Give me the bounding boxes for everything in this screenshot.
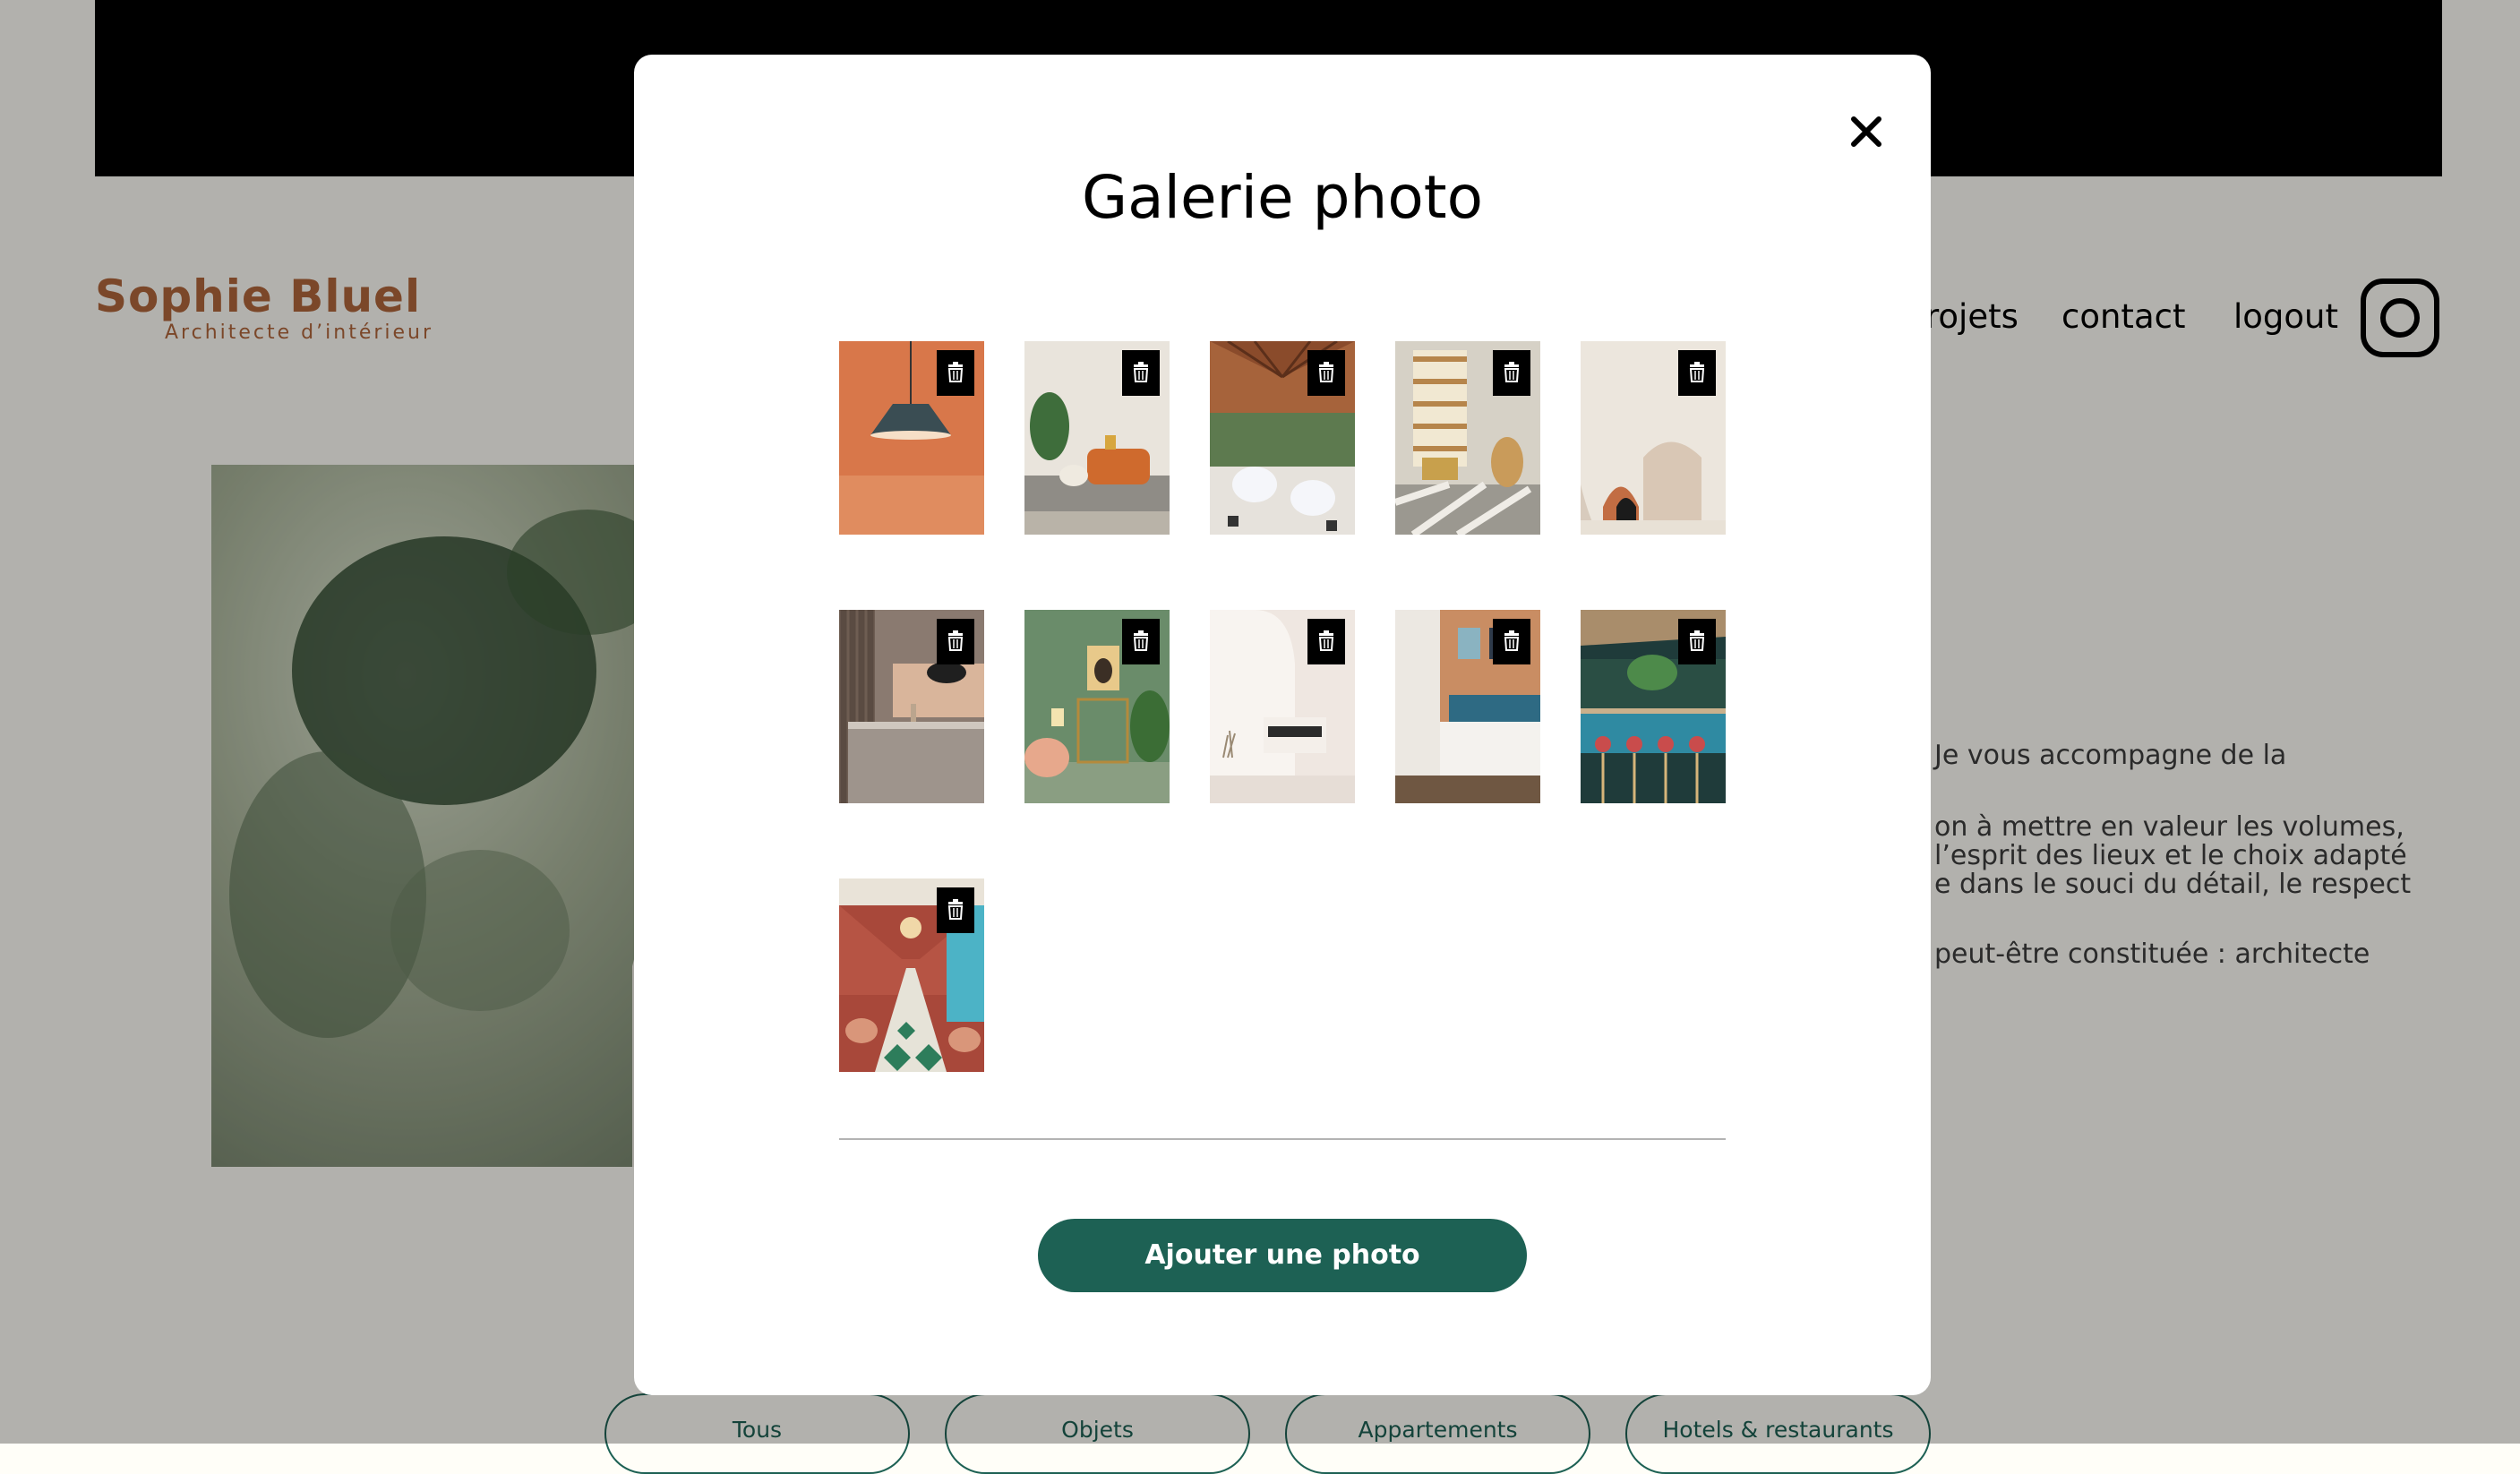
- photo-bar: [1581, 610, 1726, 803]
- photo-green-room: [1024, 610, 1170, 803]
- photo-sunroom: [1395, 341, 1540, 535]
- trash-icon: [1504, 630, 1520, 651]
- trash-icon: [1689, 362, 1705, 382]
- photo-restaurant: [1210, 341, 1355, 535]
- photo-dining-hall: [839, 878, 984, 1072]
- delete-photo-button[interactable]: [1307, 350, 1345, 396]
- delete-photo-button[interactable]: [937, 619, 974, 664]
- delete-photo-button[interactable]: [1307, 619, 1345, 664]
- trash-icon: [1318, 362, 1334, 382]
- photo-kitchen: [839, 610, 984, 803]
- delete-photo-button[interactable]: [1122, 619, 1160, 664]
- add-photo-button[interactable]: Ajouter une photo: [1038, 1219, 1527, 1292]
- photo-arches: [1581, 341, 1726, 535]
- trash-icon: [1504, 362, 1520, 382]
- modal-title: Galerie photo: [1082, 163, 1483, 232]
- trash-icon: [1133, 630, 1149, 651]
- trash-icon: [1689, 630, 1705, 651]
- trash-icon: [947, 630, 964, 651]
- trash-icon: [1133, 362, 1149, 382]
- delete-photo-button[interactable]: [1493, 619, 1530, 664]
- gallery-modal: Galerie photo Ajouter une photo: [634, 55, 1931, 1395]
- photo-pendant-lamp: [839, 341, 984, 535]
- delete-photo-button[interactable]: [1678, 619, 1716, 664]
- photo-white-room: [1210, 610, 1355, 803]
- trash-icon: [947, 899, 964, 920]
- delete-photo-button[interactable]: [937, 350, 974, 396]
- delete-photo-button[interactable]: [1678, 350, 1716, 396]
- photo-bedroom: [1395, 610, 1540, 803]
- delete-photo-button[interactable]: [1493, 350, 1530, 396]
- photo-living-room: [1024, 341, 1170, 535]
- delete-photo-button[interactable]: [937, 887, 974, 933]
- trash-icon: [947, 362, 964, 382]
- modal-divider: [839, 1138, 1726, 1140]
- delete-photo-button[interactable]: [1122, 350, 1160, 396]
- trash-icon: [1318, 630, 1334, 651]
